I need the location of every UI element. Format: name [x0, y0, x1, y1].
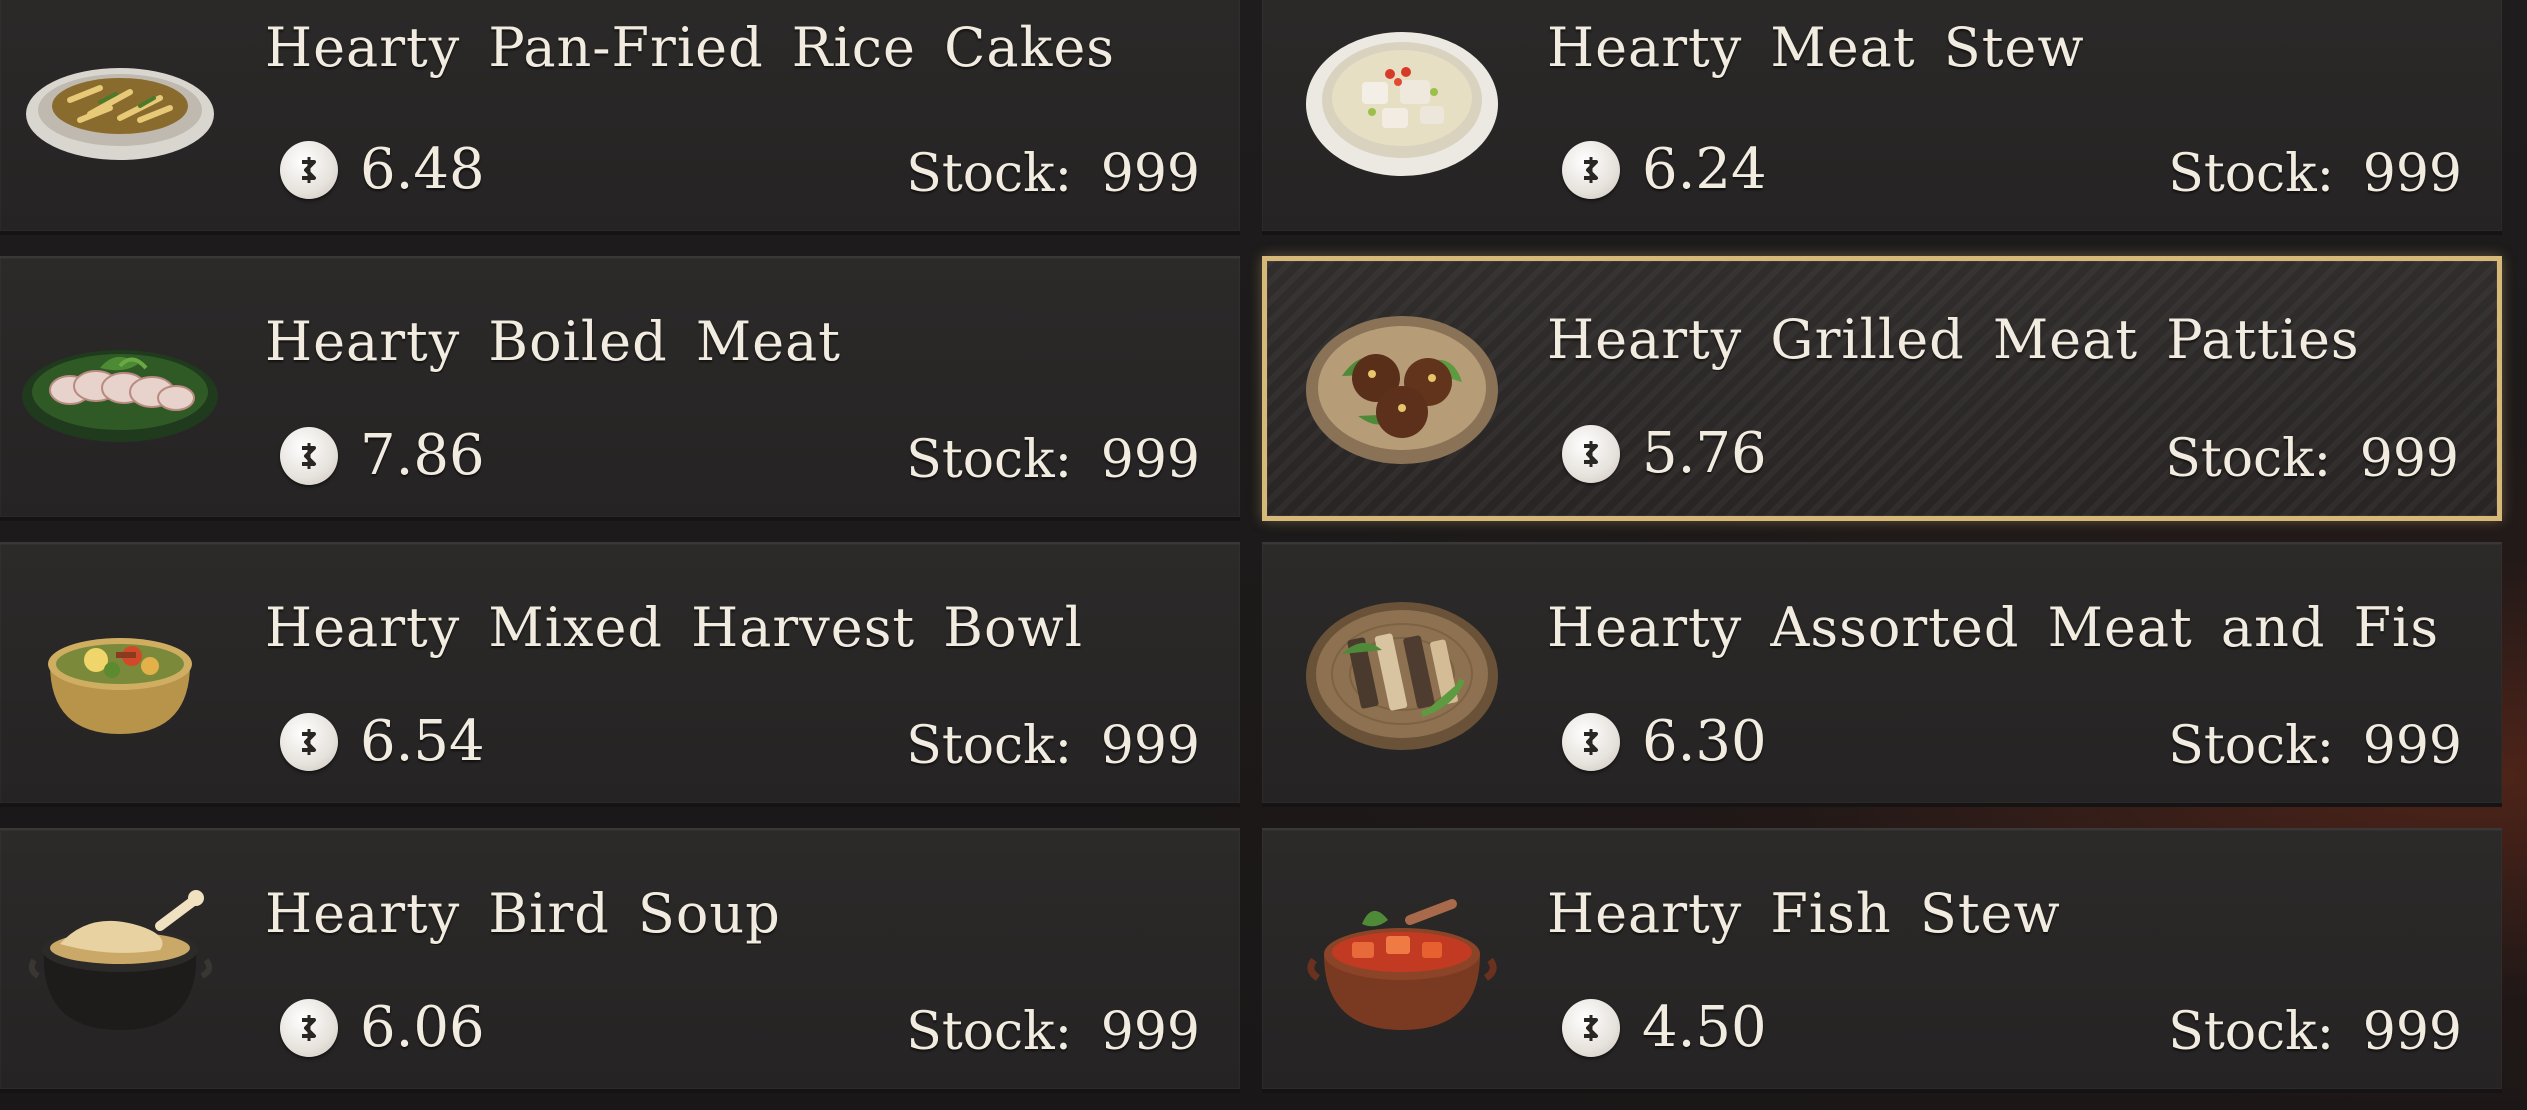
coin-icon: [1562, 140, 1620, 199]
item-name: Hearty Mixed Harvest Bowl: [265, 596, 1083, 659]
coin-icon: [1562, 424, 1620, 483]
item-name: Hearty Meat Stew: [1547, 16, 2085, 79]
shop-item-card[interactable]: Hearty Mixed Harvest Bowl 6.54 Stock: 99…: [0, 542, 1240, 807]
item-price: 6.48: [360, 137, 485, 202]
coin-icon: [1562, 712, 1620, 771]
shop-item-card-selected[interactable]: Hearty Grilled Meat Patties 5.76 Stock: …: [1262, 256, 2502, 521]
price-group: 6.54: [280, 709, 485, 774]
stock-value: 999: [1100, 1002, 1200, 1062]
shop-item-card[interactable]: Hearty Meat Stew 6.24 Stock: 999: [1262, 0, 2502, 235]
item-price: 6.24: [1642, 137, 1767, 202]
stock-value: 999: [2362, 1002, 2462, 1062]
stock-value: 999: [2359, 429, 2459, 489]
stock-label: Stock:: [906, 716, 1073, 776]
price-group: 7.86: [280, 423, 485, 488]
rice-cakes-icon: [26, 68, 214, 160]
price-group: 6.30: [1562, 709, 1767, 774]
harvest-bowl-icon: [48, 638, 192, 734]
item-name: Hearty Pan-Fried Rice Cakes: [265, 16, 1115, 79]
meat-fish-platter-icon: [1306, 602, 1498, 750]
coin-icon: [280, 140, 338, 199]
meat-patties-icon: [1306, 316, 1498, 464]
shop-item-card[interactable]: Hearty Fish Stew 4.50 Stock: 999: [1262, 828, 2502, 1093]
price-group: 6.48: [280, 137, 485, 202]
shop-item-card[interactable]: Hearty Bird Soup 6.06 Stock: 999: [0, 828, 1240, 1093]
stock-label: Stock:: [906, 144, 1073, 204]
coin-icon: [1562, 998, 1620, 1057]
coin-icon: [280, 712, 338, 771]
meat-stew-icon: [1306, 32, 1498, 176]
item-name: Hearty Bird Soup: [265, 882, 781, 945]
stock-text: Stock: 999: [906, 1002, 1200, 1062]
stock-label: Stock:: [906, 430, 1073, 490]
boiled-meat-icon: [22, 350, 218, 442]
stock-label: Stock:: [2168, 144, 2335, 204]
stock-value: 999: [1100, 144, 1200, 204]
fish-stew-icon: [1307, 899, 1497, 1030]
item-price: 6.30: [1642, 709, 1767, 774]
stock-value: 999: [2362, 716, 2462, 776]
stock-label: Stock:: [2165, 429, 2332, 489]
item-price: 5.76: [1642, 421, 1767, 486]
shop-item-grid: Hearty Pan-Fried Rice Cakes 6.48 Stock: …: [0, 0, 2527, 1110]
item-price: 4.50: [1642, 995, 1767, 1060]
stock-text: Stock: 999: [906, 430, 1200, 490]
stock-text: Stock: 999: [2168, 1002, 2462, 1062]
item-name: Hearty Fish Stew: [1547, 882, 2061, 945]
stock-value: 999: [2362, 144, 2462, 204]
coin-icon: [280, 998, 338, 1057]
stock-label: Stock:: [2168, 1002, 2335, 1062]
stock-label: Stock:: [906, 1002, 1073, 1062]
shop-item-card[interactable]: Hearty Boiled Meat 7.86 Stock: 999: [0, 256, 1240, 521]
price-group: 5.76: [1562, 421, 1767, 486]
stock-text: Stock: 999: [2168, 144, 2462, 204]
stock-text: Stock: 999: [906, 716, 1200, 776]
item-name: Hearty Boiled Meat: [265, 310, 841, 373]
stock-text: Stock: 999: [2168, 716, 2462, 776]
item-price: 6.06: [360, 995, 485, 1060]
stock-text: Stock: 999: [906, 144, 1200, 204]
bird-soup-icon: [28, 890, 213, 1030]
item-price: 7.86: [360, 423, 485, 488]
shop-item-card[interactable]: Hearty Pan-Fried Rice Cakes 6.48 Stock: …: [0, 0, 1240, 235]
price-group: 6.06: [280, 995, 485, 1060]
item-price: 6.54: [360, 709, 485, 774]
item-name: Hearty Grilled Meat Patties: [1547, 308, 2360, 371]
item-name: Hearty Assorted Meat and Fis: [1547, 596, 2440, 659]
stock-text: Stock: 999: [2165, 429, 2459, 489]
coin-icon: [280, 426, 338, 485]
stock-label: Stock:: [2168, 716, 2335, 776]
price-group: 4.50: [1562, 995, 1767, 1060]
shop-item-card[interactable]: Hearty Assorted Meat and Fis 6.30 Stock:…: [1262, 542, 2502, 807]
stock-value: 999: [1100, 430, 1200, 490]
stock-value: 999: [1100, 716, 1200, 776]
price-group: 6.24: [1562, 137, 1767, 202]
